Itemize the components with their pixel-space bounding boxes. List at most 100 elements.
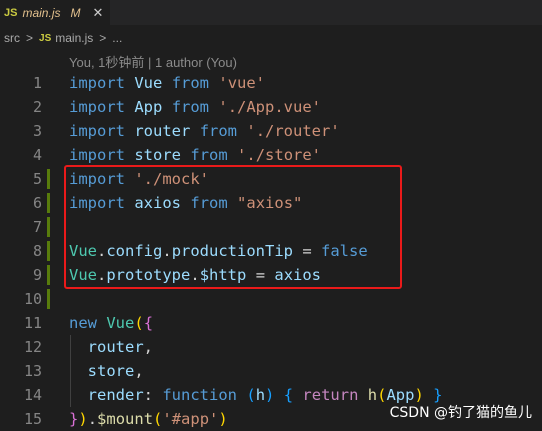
- code-line[interactable]: 12 router,: [0, 335, 542, 359]
- code-token: ): [78, 410, 88, 428]
- tab-filename: main.js: [22, 5, 61, 20]
- code-token: from: [171, 98, 210, 116]
- code-token: './store': [237, 146, 322, 164]
- chevron-right-icon: >: [99, 31, 107, 45]
- line-number: 10: [23, 290, 42, 308]
- code-token: App: [134, 98, 163, 116]
- git-change-gutter: [47, 169, 50, 189]
- code-line[interactable]: 11 new Vue({: [0, 311, 542, 335]
- red-highlight-box: [64, 165, 402, 289]
- javascript-file-icon: JS: [39, 32, 52, 44]
- code-token: (: [153, 410, 163, 428]
- watermark: CSDN @钓了猫的鱼儿: [389, 405, 532, 421]
- code-token: Vue: [134, 74, 163, 92]
- code-token: ,: [134, 362, 144, 380]
- code-token: h: [367, 386, 378, 404]
- code-token: './App.vue': [218, 98, 322, 116]
- code-token: from: [190, 146, 228, 164]
- code-token: import: [69, 146, 125, 164]
- code-line[interactable]: 10: [0, 287, 542, 311]
- code-line[interactable]: 4 import store from './store': [0, 143, 542, 167]
- code-line[interactable]: 2 import App from './App.vue': [0, 95, 542, 119]
- git-change-gutter: [47, 265, 50, 285]
- code-token: function: [162, 386, 237, 404]
- breadcrumb-folder[interactable]: src: [4, 31, 20, 45]
- code-token: ,: [143, 338, 154, 356]
- code-line[interactable]: 3 import router from './router': [0, 119, 542, 143]
- line-number: 7: [32, 218, 42, 236]
- line-number: 12: [23, 338, 42, 356]
- code-token: store: [87, 362, 135, 380]
- code-token: store: [134, 146, 182, 164]
- code-token: router: [134, 122, 191, 140]
- line-number: 1: [32, 74, 42, 92]
- code-text: import Vue from 'vue': [69, 71, 265, 95]
- code-token: .: [87, 410, 98, 428]
- code-token: ): [218, 410, 228, 428]
- breadcrumb: src > JS main.js > ...: [0, 27, 542, 49]
- code-token: {: [283, 386, 294, 404]
- line-number: 11: [23, 314, 42, 332]
- code-token: import: [69, 122, 125, 140]
- breadcrumb-file[interactable]: main.js: [55, 31, 93, 45]
- git-blame-codelens[interactable]: You, 1秒钟前 | 1 author (You): [69, 52, 237, 71]
- code-text: render: function (h) { return h(App) }: [69, 383, 443, 407]
- javascript-file-icon: JS: [4, 6, 18, 19]
- chevron-right-icon: >: [26, 31, 34, 45]
- code-token: new: [69, 314, 97, 332]
- code-text: store,: [69, 359, 144, 383]
- code-token: render: [87, 386, 144, 404]
- code-line[interactable]: 13 store,: [0, 359, 542, 383]
- git-change-gutter: [47, 217, 50, 237]
- line-number: 14: [23, 386, 42, 404]
- tab-main-js[interactable]: JS main.js M ✕: [0, 0, 110, 25]
- git-change-gutter: [47, 193, 50, 213]
- close-icon[interactable]: ✕: [92, 5, 103, 21]
- line-number: 8: [32, 242, 42, 260]
- indent-guide: [70, 335, 71, 407]
- line-number: 13: [23, 362, 42, 380]
- code-token: (: [134, 314, 144, 332]
- code-token: from: [199, 122, 238, 140]
- code-text: }).$mount('#app'): [69, 407, 228, 431]
- code-token: Vue: [106, 314, 135, 332]
- code-token: {: [143, 314, 154, 332]
- code-token: return: [302, 386, 359, 404]
- code-token: './router': [246, 122, 340, 140]
- code-token: '#app': [162, 410, 219, 428]
- code-token: router: [87, 338, 144, 356]
- git-change-gutter: [47, 289, 50, 309]
- modified-indicator: M: [70, 5, 81, 20]
- code-token: import: [69, 98, 125, 116]
- line-number: 3: [32, 122, 42, 140]
- line-number: 2: [32, 98, 42, 116]
- code-line[interactable]: 1 import Vue from 'vue': [0, 71, 542, 95]
- code-text: import store from './store': [69, 143, 321, 167]
- code-text: import App from './App.vue': [69, 95, 321, 119]
- code-token: import: [69, 74, 125, 92]
- breadcrumb-symbol[interactable]: ...: [112, 31, 122, 45]
- code-token: $mount: [97, 410, 154, 428]
- line-number: 6: [32, 194, 42, 212]
- code-token: (: [246, 386, 256, 404]
- line-number: 5: [32, 170, 42, 188]
- code-token: from: [171, 74, 210, 92]
